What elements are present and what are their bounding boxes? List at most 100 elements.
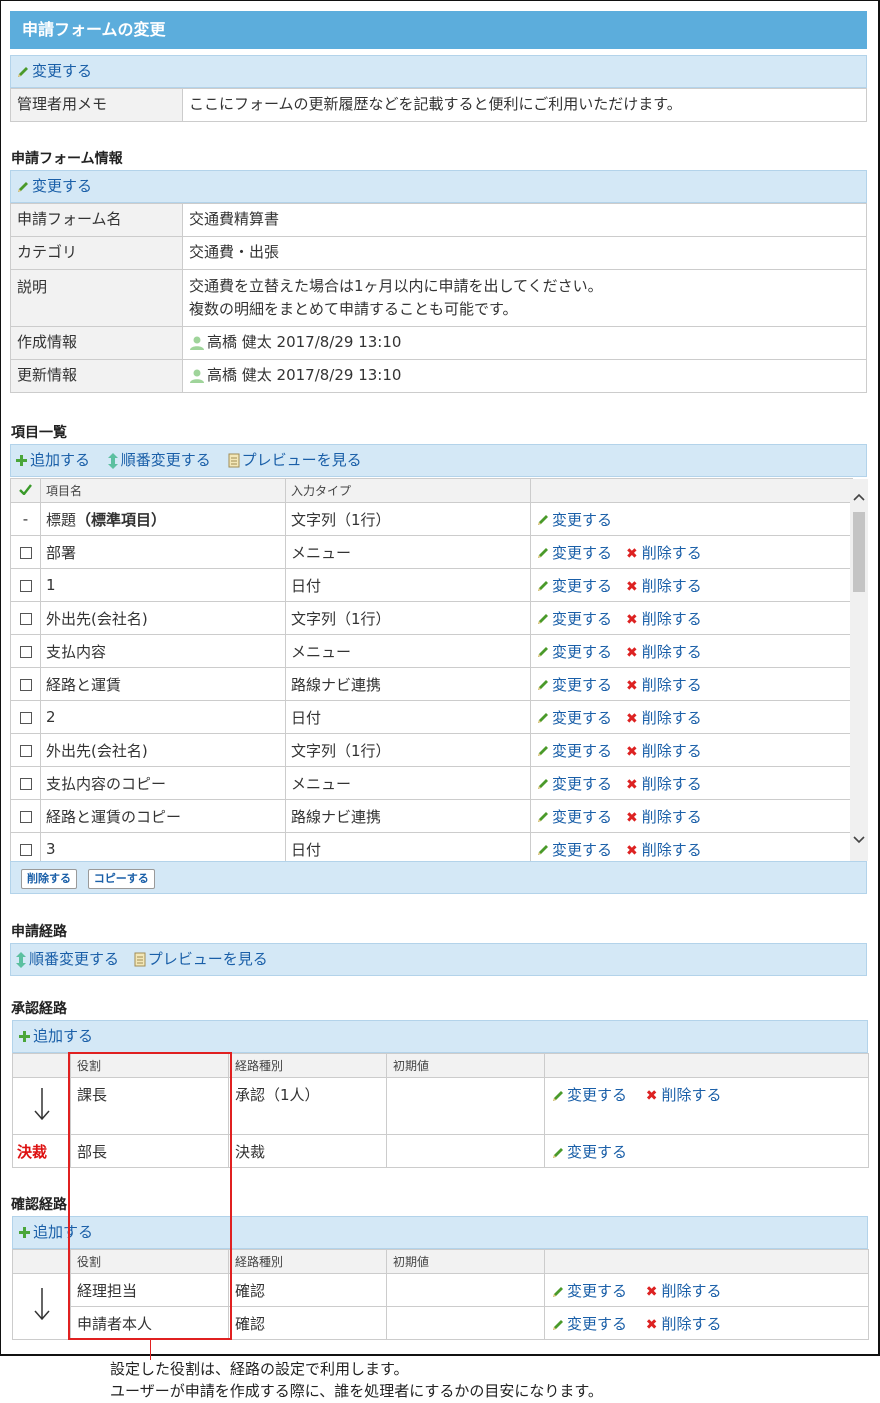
delete-link[interactable]: ✖ 削除する — [646, 1315, 722, 1333]
row-checkbox[interactable] — [10, 601, 41, 635]
checkbox[interactable] — [19, 579, 32, 592]
delete-x-icon: ✖ — [626, 644, 638, 661]
preview-route-link[interactable]: プレビューを見る — [134, 950, 268, 968]
row-checkbox[interactable] — [10, 634, 41, 668]
info-row: 説明 交通費を立替えた場合は1ヶ月以内に申請を出してください。 複数の明細をまと… — [10, 269, 867, 327]
info-key: 作成情報 — [10, 326, 183, 360]
reorder-route-link[interactable]: 順番変更する — [15, 950, 124, 968]
delete-x-icon: ✖ — [626, 743, 638, 760]
up-down-arrow-icon — [107, 452, 118, 469]
checkbox[interactable] — [19, 711, 32, 724]
delete-link[interactable]: ✖ 削除する — [626, 709, 702, 727]
change-link[interactable]: 変更する — [551, 1143, 627, 1161]
form-name-value: 交通費精算書 — [182, 203, 867, 237]
checkbox[interactable] — [19, 678, 32, 691]
item-name: 外出先(会社名) — [40, 733, 286, 767]
copy-selected-button[interactable]: コピーする — [87, 869, 155, 889]
delete-selected-button[interactable]: 削除する — [21, 869, 77, 889]
delete-link[interactable]: ✖ 削除する — [626, 775, 702, 793]
item-type: メニュー — [285, 766, 531, 800]
delete-link[interactable]: ✖ 削除する — [626, 544, 702, 562]
delete-link[interactable]: ✖ 削除する — [626, 577, 702, 595]
document-icon — [134, 952, 146, 967]
items-table: 項目名 入力タイプ - 標題（標準項目） 文字列（1行） 変更する 部署 メニュー… — [10, 478, 853, 866]
col-initial: 初期値 — [386, 1249, 545, 1274]
callout-line — [150, 1340, 151, 1360]
delete-link[interactable]: ✖ 削除する — [646, 1086, 722, 1104]
user-icon — [190, 369, 204, 383]
delete-link[interactable]: ✖ 削除する — [626, 610, 702, 628]
change-link[interactable]: 変更する — [536, 544, 612, 562]
change-link[interactable]: 変更する — [551, 1086, 632, 1104]
change-link[interactable]: 変更する — [536, 676, 612, 694]
scroll-down-icon[interactable] — [853, 834, 865, 846]
item-actions: 変更する ✖ 削除する — [530, 634, 853, 668]
actions-cell: 変更する ✖ 削除する — [544, 1077, 869, 1135]
table-row: - 標題（標準項目） 文字列（1行） 変更する — [10, 502, 853, 536]
plus-icon — [19, 1031, 30, 1042]
item-name: 部署 — [40, 535, 286, 569]
row-checkbox[interactable] — [10, 667, 41, 701]
items-scrollbar[interactable] — [850, 479, 868, 861]
checkbox[interactable] — [19, 612, 32, 625]
delete-link[interactable]: ✖ 削除する — [626, 808, 702, 826]
row-checkbox[interactable] — [10, 733, 41, 767]
preview-items-link[interactable]: プレビューを見る — [228, 451, 362, 469]
delete-link[interactable]: ✖ 削除する — [626, 742, 702, 760]
row-checkbox[interactable] — [10, 535, 41, 569]
plus-icon — [19, 1227, 30, 1238]
row-checkbox[interactable] — [10, 799, 41, 833]
scroll-up-icon[interactable] — [853, 491, 865, 503]
item-actions: 変更する ✖ 削除する — [530, 601, 853, 635]
pencil-icon — [538, 746, 548, 756]
change-link[interactable]: 変更する — [536, 775, 612, 793]
memo-change-link[interactable]: 変更する — [16, 62, 92, 80]
change-link[interactable]: 変更する — [551, 1282, 632, 1300]
delete-x-icon: ✖ — [626, 776, 638, 793]
row-checkbox[interactable] — [10, 568, 41, 602]
change-link[interactable]: 変更する — [536, 643, 612, 661]
change-link[interactable]: 変更する — [536, 610, 612, 628]
kessai-stamp-icon: 決裁 — [12, 1134, 71, 1168]
item-actions: 変更する ✖ 削除する — [530, 535, 853, 569]
change-link[interactable]: 変更する — [536, 709, 612, 727]
user-icon — [190, 336, 204, 350]
checkbox[interactable] — [19, 843, 32, 856]
form-info-change-link[interactable]: 変更する — [16, 177, 92, 195]
checkbox[interactable] — [19, 777, 32, 790]
delete-link[interactable]: ✖ 削除する — [626, 841, 702, 859]
row-checkbox[interactable] — [10, 700, 41, 734]
delete-x-icon: ✖ — [626, 611, 638, 628]
change-link[interactable]: 変更する — [536, 511, 612, 529]
checkbox[interactable] — [19, 744, 32, 757]
delete-link[interactable]: ✖ 削除する — [626, 676, 702, 694]
created-text: 高橋 健太 2017/8/29 13:10 — [207, 333, 402, 351]
add-approval-link[interactable]: 追加する — [18, 1027, 93, 1045]
created-value: 高橋 健太 2017/8/29 13:10 — [182, 326, 867, 360]
item-actions: 変更する — [530, 502, 853, 536]
col-route-kind: 経路種別 — [228, 1249, 387, 1274]
add-item-link[interactable]: 追加する — [15, 451, 95, 469]
delete-link[interactable]: ✖ 削除する — [646, 1282, 722, 1300]
row-checkbox[interactable] — [10, 766, 41, 800]
delete-link[interactable]: ✖ 削除する — [626, 643, 702, 661]
info-row: 更新情報 高橋 健太 2017/8/29 13:10 — [10, 359, 867, 393]
scrollbar-thumb[interactable] — [853, 512, 865, 592]
checkbox[interactable] — [19, 546, 32, 559]
change-link[interactable]: 変更する — [551, 1315, 632, 1333]
change-link[interactable]: 変更する — [536, 742, 612, 760]
description-line: 複数の明細をまとめて申請することも可能です。 — [189, 300, 518, 318]
pencil-icon — [18, 66, 28, 77]
delete-x-icon: ✖ — [645, 1284, 658, 1300]
reorder-items-link[interactable]: 順番変更する — [107, 451, 216, 469]
item-type: 路線ナビ連携 — [285, 799, 531, 833]
select-all-check-icon[interactable] — [10, 478, 41, 503]
checkbox[interactable] — [19, 645, 32, 658]
change-link[interactable]: 変更する — [536, 577, 612, 595]
table-row: 経路と運賃 路線ナビ連携 変更する ✖ 削除する — [10, 667, 853, 701]
checkbox[interactable] — [19, 810, 32, 823]
change-link[interactable]: 変更する — [536, 841, 612, 859]
item-actions: 変更する ✖ 削除する — [530, 700, 853, 734]
memo-row: 管理者用メモ ここにフォームの更新履歴などを記載すると便利にご利用いただけます。 — [10, 88, 867, 122]
change-link[interactable]: 変更する — [536, 808, 612, 826]
